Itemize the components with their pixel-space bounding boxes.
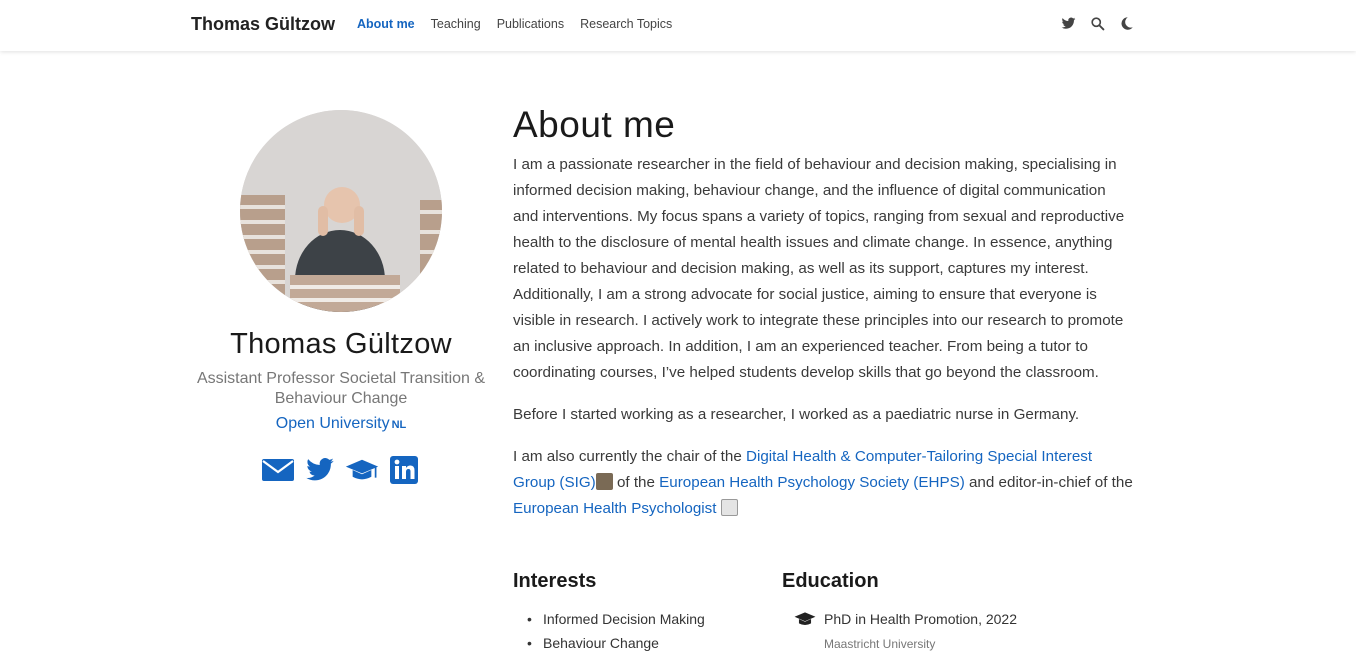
avatar-photo — [240, 110, 442, 312]
profile-card: Thomas Gültzow Assistant Professor Socie… — [191, 110, 491, 485]
top-navbar: Thomas Gültzow About me Teaching Publica… — [0, 0, 1356, 51]
bio-text-of: of the — [612, 474, 660, 491]
main-content: About me I am a passionate researcher in… — [513, 104, 1133, 522]
nav-icons — [1061, 16, 1134, 31]
nav-link-teaching[interactable]: Teaching — [431, 17, 481, 31]
education-section: Education PhD in Health Promotion, 2022 … — [782, 570, 1017, 656]
newspaper-emoji-icon — [720, 499, 738, 516]
bio-paragraph-2: Before I started working as a researcher… — [513, 406, 1080, 423]
bio-paragraph-3: I am also currently the chair of the Dig… — [513, 444, 1133, 522]
education-degree: PhD in Health Promotion, 2022 — [824, 611, 1017, 627]
nav-links: About me Teaching Publications Research … — [357, 17, 672, 31]
education-title: Education — [782, 570, 879, 592]
graduation-cap-icon[interactable] — [345, 455, 379, 485]
interests-list: Informed Decision Making Behaviour Chang… — [513, 607, 705, 655]
page-title: About me — [513, 104, 676, 145]
interests-title: Interests — [513, 570, 597, 592]
interests-section: Interests Informed Decision Making Behav… — [513, 570, 705, 655]
avatar — [240, 110, 442, 312]
organization-suffix[interactable]: NL — [392, 419, 407, 431]
site-brand[interactable]: Thomas Gültzow — [191, 14, 335, 35]
organization-link[interactable]: Open University — [276, 415, 390, 432]
linkedin-icon[interactable] — [387, 455, 421, 485]
bio-text-editor: and editor-in-chief of the — [964, 474, 1133, 491]
twitter-icon[interactable] — [1061, 16, 1076, 31]
search-icon[interactable] — [1090, 16, 1105, 31]
envelope-icon[interactable] — [261, 455, 295, 485]
education-institution: Maastricht University — [824, 637, 936, 651]
list-item: Informed Decision Making — [513, 607, 705, 631]
profile-name: Thomas Gültzow — [230, 328, 452, 360]
twitter-icon[interactable] — [303, 455, 337, 485]
graduation-cap-icon — [794, 612, 816, 626]
bio-paragraph-1: I am a passionate researcher in the fiel… — [513, 156, 1125, 381]
bio-text-chair: I am also currently the chair of the — [513, 448, 746, 465]
sig-emoji-icon — [595, 473, 613, 490]
ehps-link[interactable]: European Health Psychology Society (EHPS… — [659, 474, 965, 491]
ehp-journal-link[interactable]: European Health Psychologist — [513, 500, 716, 517]
social-links — [191, 455, 491, 485]
list-item: Behaviour Change — [513, 631, 705, 655]
nav-link-about[interactable]: About me — [357, 17, 415, 31]
profile-role: Assistant Professor Societal Transition … — [196, 370, 486, 407]
profile-organization: Open University NL — [191, 415, 491, 433]
moon-icon[interactable] — [1119, 16, 1134, 31]
nav-link-publications[interactable]: Publications — [497, 17, 564, 31]
nav-link-research-topics[interactable]: Research Topics — [580, 17, 672, 31]
